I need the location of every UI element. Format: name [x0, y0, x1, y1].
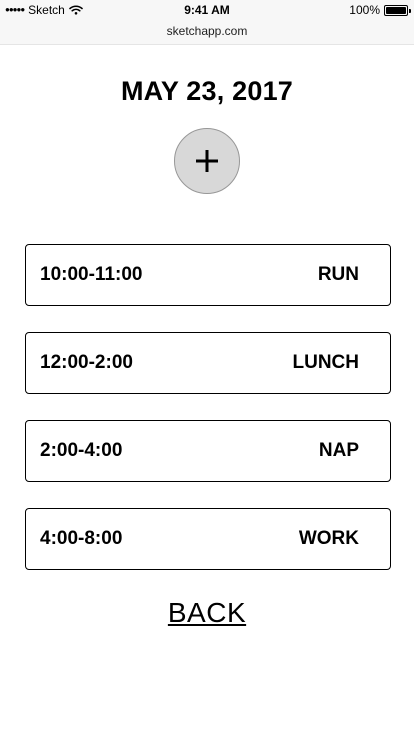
add-button-container — [0, 128, 414, 194]
battery-fill — [386, 6, 406, 14]
plus-icon — [196, 150, 218, 172]
event-label: NAP — [318, 440, 359, 461]
browser-header: ●●●●● Sketch 9:41 AM 100% sketchapp.com — [0, 0, 414, 45]
event-row-work[interactable]: 4:00-8:00 WORK — [25, 508, 391, 570]
event-time: 10:00-11:00 — [40, 264, 143, 285]
event-time: 12:00-2:00 — [40, 352, 133, 373]
event-row-lunch[interactable]: 12:00-2:00 LUNCH — [25, 332, 391, 394]
event-row-nap[interactable]: 2:00-4:00 NAP — [25, 420, 391, 482]
status-bar: ●●●●● Sketch 9:41 AM 100% — [0, 0, 414, 20]
event-label: RUN — [317, 264, 359, 285]
back-link[interactable]: BACK — [168, 597, 246, 628]
schedule-page: MAY 23, 2017 10:00-11:00 RUN 12:00-2:00 … — [0, 73, 414, 630]
event-time: 2:00-4:00 — [40, 440, 123, 461]
battery-percentage: 100% — [349, 3, 380, 17]
url-bar[interactable]: sketchapp.com — [0, 20, 414, 42]
event-row-run[interactable]: 10:00-11:00 RUN — [25, 244, 391, 306]
battery-icon — [384, 4, 411, 16]
back-container: BACK — [0, 596, 414, 630]
date-title: MAY 23, 2017 — [120, 76, 294, 106]
battery-cap — [409, 8, 411, 13]
status-right: 100% — [349, 0, 411, 20]
add-event-button[interactable] — [174, 128, 240, 194]
event-list: 10:00-11:00 RUN 12:00-2:00 LUNCH 2:00-4:… — [0, 244, 414, 570]
event-time: 4:00-8:00 — [40, 528, 123, 549]
event-label: LUNCH — [292, 352, 360, 373]
event-label: WORK — [298, 528, 359, 549]
